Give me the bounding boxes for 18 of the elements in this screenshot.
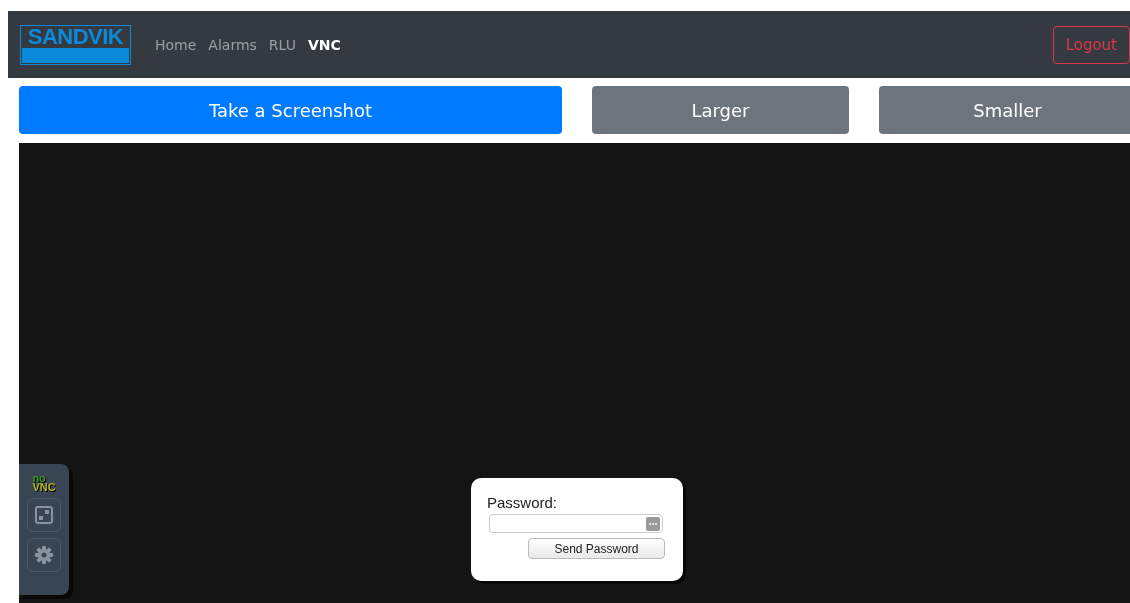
settings-icon	[34, 545, 54, 565]
nav-link[interactable]: VNC	[307, 36, 341, 53]
action-button[interactable]: Smaller	[879, 86, 1130, 134]
resize-button[interactable]	[27, 498, 61, 532]
send-password-button[interactable]: Send Password	[528, 538, 665, 559]
logout-button[interactable]: Logout	[1052, 25, 1130, 64]
action-button[interactable]: Take a Screenshot	[19, 86, 562, 134]
action-button[interactable]: Larger	[592, 86, 849, 134]
password-label: Password:	[487, 494, 559, 511]
novnc-logo: no VNC	[32, 474, 56, 492]
nav-link[interactable]: Alarms	[208, 36, 257, 53]
brand-logo[interactable]: SANDVIK	[20, 24, 131, 65]
password-manager-icon[interactable]	[646, 516, 660, 531]
password-field[interactable]	[489, 514, 663, 533]
resize-icon	[35, 506, 53, 524]
nav-link[interactable]: RLU	[268, 36, 296, 53]
settings-button[interactable]	[27, 538, 61, 572]
nav-link[interactable]: Home	[155, 36, 197, 53]
